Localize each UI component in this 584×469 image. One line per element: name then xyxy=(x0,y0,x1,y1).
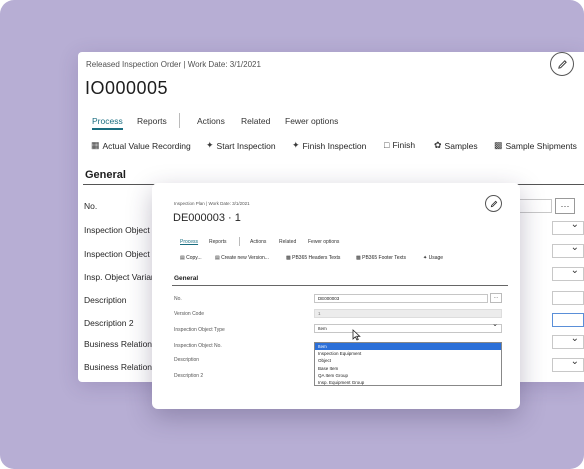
tab-process[interactable]: Process xyxy=(180,239,198,245)
samples-button[interactable]: ✿ Samples xyxy=(434,140,478,151)
finish-button[interactable]: □ Finish xyxy=(384,140,415,150)
field-label-no: No. xyxy=(174,296,182,302)
field-label-insp-object-variant: Insp. Object Varian xyxy=(84,272,154,282)
finish-inspection-button[interactable]: ✦ Finish Inspection xyxy=(292,140,366,151)
dropdown-option-qa-item-group[interactable]: QA Item Group xyxy=(315,372,501,379)
field-label-inspection-object-type: Inspection Object Type xyxy=(174,327,225,333)
nav-separator xyxy=(239,237,240,246)
start-icon: ✦ xyxy=(206,140,214,150)
mouse-cursor-icon xyxy=(352,329,361,341)
tab-process[interactable]: Process xyxy=(92,116,123,130)
tab-related[interactable]: Related xyxy=(279,239,296,245)
page-header: Inspection Plan | Work Date: 3/1/2021 xyxy=(174,201,250,206)
version-code-input: 1 xyxy=(314,309,502,318)
footer-texts-button[interactable]: ▩ PB365 Footer Texts xyxy=(356,255,406,261)
dropdown-option-insp-equipment-group[interactable]: Insp. Equipment Group xyxy=(315,379,501,386)
inspection-object-type-select[interactable]: Item xyxy=(314,321,502,333)
edit-button[interactable] xyxy=(485,195,502,212)
pencil-icon xyxy=(490,200,497,207)
recording-icon: ▦ xyxy=(91,140,100,150)
copy-icon: ▤ xyxy=(180,255,185,261)
field-label-inspection-object-no: Inspection Object No. xyxy=(174,343,222,349)
action-label: Actual Value Recording xyxy=(102,140,191,151)
dropdown-option-object[interactable]: Object xyxy=(315,357,501,364)
page-title: IO000005 xyxy=(85,78,169,98)
action-label: Finish Inspection xyxy=(302,140,367,151)
headers-texts-button[interactable]: ▩ PB365 Headers Texts xyxy=(286,255,340,261)
tab-reports[interactable]: Reports xyxy=(209,239,227,245)
action-label: Sample Shipments xyxy=(505,140,577,151)
samples-icon: ✿ xyxy=(434,140,442,150)
description-input[interactable] xyxy=(552,291,584,305)
start-inspection-button[interactable]: ✦ Start Inspection xyxy=(206,140,276,151)
action-label: Start Inspection xyxy=(216,140,276,151)
dropdown-option-item[interactable]: Item xyxy=(315,343,501,351)
field-label-inspection-object-no: Inspection Object xyxy=(84,249,150,259)
tab-actions[interactable]: Actions xyxy=(250,239,266,245)
section-divider xyxy=(172,285,508,286)
finish-inspection-icon: ✦ xyxy=(292,140,300,150)
insp-object-variant-select[interactable] xyxy=(552,265,584,281)
dropdown-option-inspection-equipment[interactable]: Inspection Equipment xyxy=(315,350,501,357)
action-label: Create new Version... xyxy=(221,255,269,261)
field-label-description: Description xyxy=(174,357,200,363)
finish-icon: □ xyxy=(384,140,390,150)
dropdown-option-base-item[interactable]: Base Item xyxy=(315,365,501,372)
headers-texts-icon: ▩ xyxy=(286,255,291,261)
description-2-input[interactable] xyxy=(552,313,584,327)
sample-shipments-button[interactable]: ▩ Sample Shipments xyxy=(494,140,577,151)
copy-button[interactable]: ▤ Copy... xyxy=(180,255,202,261)
action-label: Finish xyxy=(392,140,416,150)
page-header: Released Inspection Order | Work Date: 3… xyxy=(86,60,261,69)
field-label-description-2: Description 2 xyxy=(174,373,204,379)
section-title: General xyxy=(85,169,126,181)
business-relation-no-select[interactable] xyxy=(552,356,584,372)
tab-actions[interactable]: Actions xyxy=(197,116,225,126)
action-label: Samples xyxy=(444,140,478,151)
no-input[interactable]: DE000003 xyxy=(314,294,488,303)
edit-button[interactable] xyxy=(550,52,574,76)
page-title: DE000003 · 1 xyxy=(173,212,241,224)
action-label: PB365 Headers Texts xyxy=(292,255,341,261)
action-label: Copy... xyxy=(186,255,202,261)
new-version-icon: ▤ xyxy=(215,255,220,261)
nav-separator xyxy=(179,113,180,128)
tab-reports[interactable]: Reports xyxy=(137,116,167,126)
inspection-object-type-dropdown: Item Inspection Equipment Object Base It… xyxy=(314,342,502,386)
field-label-description-2: Description 2 xyxy=(84,318,134,328)
action-label: PB365 Footer Texts xyxy=(362,255,406,261)
inspection-object-no-select[interactable] xyxy=(552,242,584,258)
field-label-description: Description xyxy=(84,295,127,305)
pencil-icon xyxy=(557,59,567,69)
field-label-no: No. xyxy=(84,201,98,211)
tab-fewer-options[interactable]: Fewer options xyxy=(308,239,339,245)
screenshot-frame: Released Inspection Order | Work Date: 3… xyxy=(0,0,584,469)
inspection-object-type-select[interactable] xyxy=(552,219,584,235)
create-new-version-button[interactable]: ▤ Create new Version... xyxy=(215,255,269,261)
usage-button[interactable]: ✦ Usage xyxy=(423,255,443,261)
tab-fewer-options[interactable]: Fewer options xyxy=(285,116,338,126)
footer-texts-icon: ▩ xyxy=(356,255,361,261)
section-title: General xyxy=(174,275,199,282)
business-relation-type-select[interactable] xyxy=(552,333,584,349)
field-label-version-code: Version Code xyxy=(174,311,205,317)
actual-value-recording-button[interactable]: ▦ Actual Value Recording xyxy=(91,140,191,151)
no-input[interactable] xyxy=(518,199,552,213)
field-label-business-relation-type: Business Relation T xyxy=(84,339,154,349)
assist-edit-button[interactable]: ··· xyxy=(555,198,575,214)
usage-icon: ✦ xyxy=(423,255,428,261)
assist-edit-button[interactable]: ··· xyxy=(490,293,502,303)
tab-related[interactable]: Related xyxy=(241,116,270,126)
field-label-business-relation-no: Business Relation I xyxy=(84,362,154,372)
shipments-icon: ▩ xyxy=(494,140,503,150)
field-label-inspection-object-type: Inspection Object xyxy=(84,225,150,235)
action-label: Usage xyxy=(428,255,444,261)
